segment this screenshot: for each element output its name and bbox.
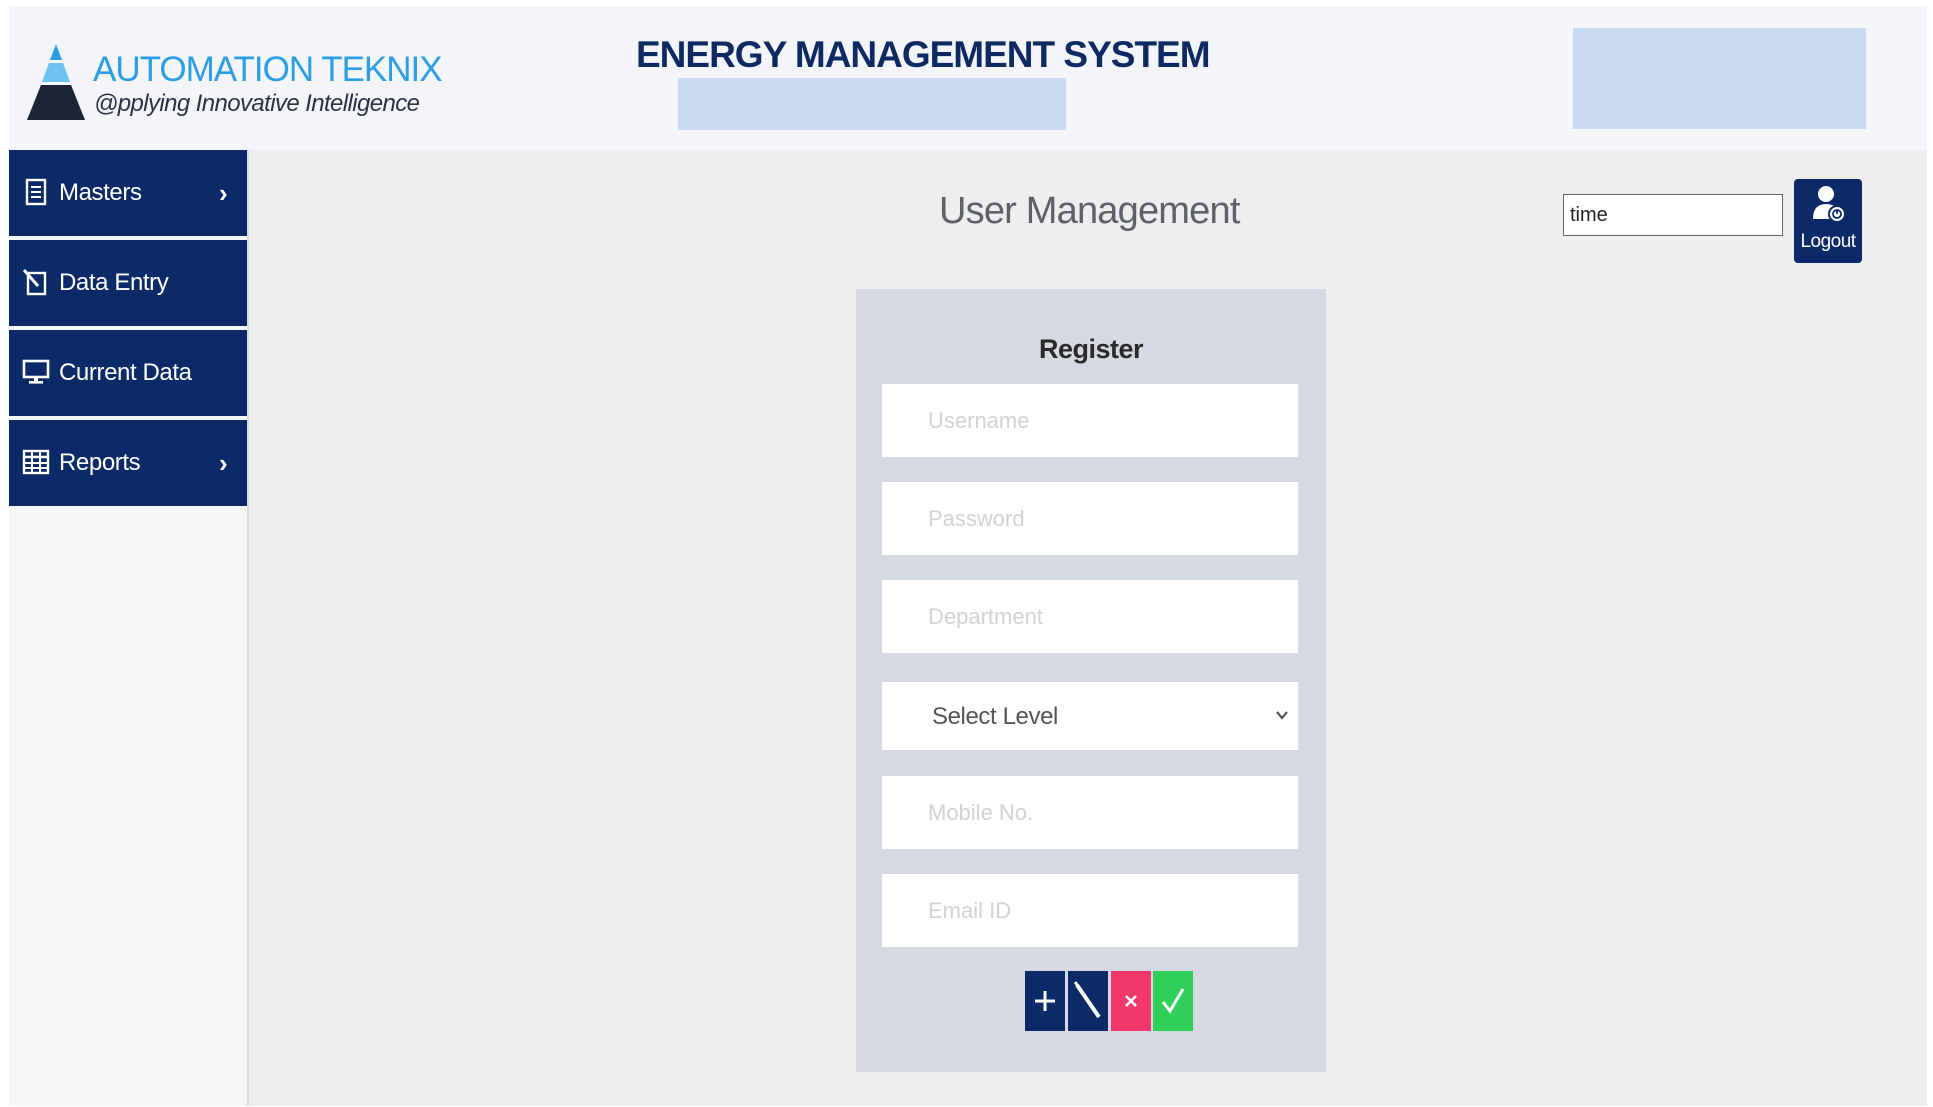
logout-label: Logout (1800, 231, 1856, 252)
register-title: Register (1038, 334, 1144, 364)
close-icon (1111, 971, 1151, 1031)
department-input[interactable] (882, 580, 1298, 653)
sidebar-item-masters[interactable]: Masters › (9, 150, 247, 236)
save-button[interactable] (1153, 971, 1193, 1031)
edit-button[interactable] (1068, 971, 1108, 1031)
add-button[interactable] (1025, 971, 1065, 1031)
plus-icon (1025, 971, 1065, 1031)
table-icon (22, 449, 50, 475)
header-right-placeholder-box (1573, 28, 1866, 129)
sidebar-item-reports[interactable]: Reports › (9, 420, 247, 506)
chevron-down-icon (1276, 711, 1288, 720)
sidebar-item-label: Masters (59, 179, 142, 206)
edit-icon (22, 269, 47, 296)
pyramid-logo-icon (27, 44, 85, 120)
chevron-right-icon: › (219, 178, 228, 208)
level-select[interactable]: Select Level (882, 682, 1298, 750)
sidebar: Masters › Data Entry Current Data Report… (9, 150, 249, 1106)
app-frame: AUTOMATION TEKNIX @pplying Innovative In… (9, 6, 1927, 1106)
sidebar-item-label: Data Entry (59, 269, 169, 296)
register-panel: Register Select Level (856, 289, 1326, 1072)
delete-button[interactable] (1111, 971, 1151, 1031)
header: AUTOMATION TEKNIX @pplying Innovative In… (9, 6, 1927, 150)
chevron-right-icon: › (219, 448, 228, 478)
brand-name: AUTOMATION TEKNIX (93, 50, 443, 89)
email-input[interactable] (882, 874, 1298, 947)
username-input[interactable] (882, 384, 1298, 457)
password-input[interactable] (882, 482, 1298, 555)
user-logout-icon (1813, 186, 1846, 223)
check-icon (1153, 971, 1193, 1031)
logout-button[interactable]: Logout (1794, 179, 1862, 263)
level-select-value: Select Level (932, 703, 1058, 730)
page-title: User Management (939, 190, 1240, 232)
sidebar-item-current-data[interactable]: Current Data (9, 330, 247, 416)
brand-tagline: @pplying Innovative Intelligence (94, 90, 420, 117)
monitor-icon (22, 359, 50, 384)
sidebar-item-label: Reports (59, 449, 141, 476)
document-icon (25, 178, 47, 206)
sidebar-item-label: Current Data (59, 359, 192, 386)
pencil-icon (1068, 971, 1108, 1031)
app-title: ENERGY MANAGEMENT SYSTEM (636, 34, 1211, 75)
sidebar-item-data-entry[interactable]: Data Entry (9, 240, 247, 326)
header-placeholder-box (678, 78, 1066, 130)
time-input[interactable] (1563, 194, 1783, 236)
mobile-input[interactable] (882, 776, 1298, 849)
